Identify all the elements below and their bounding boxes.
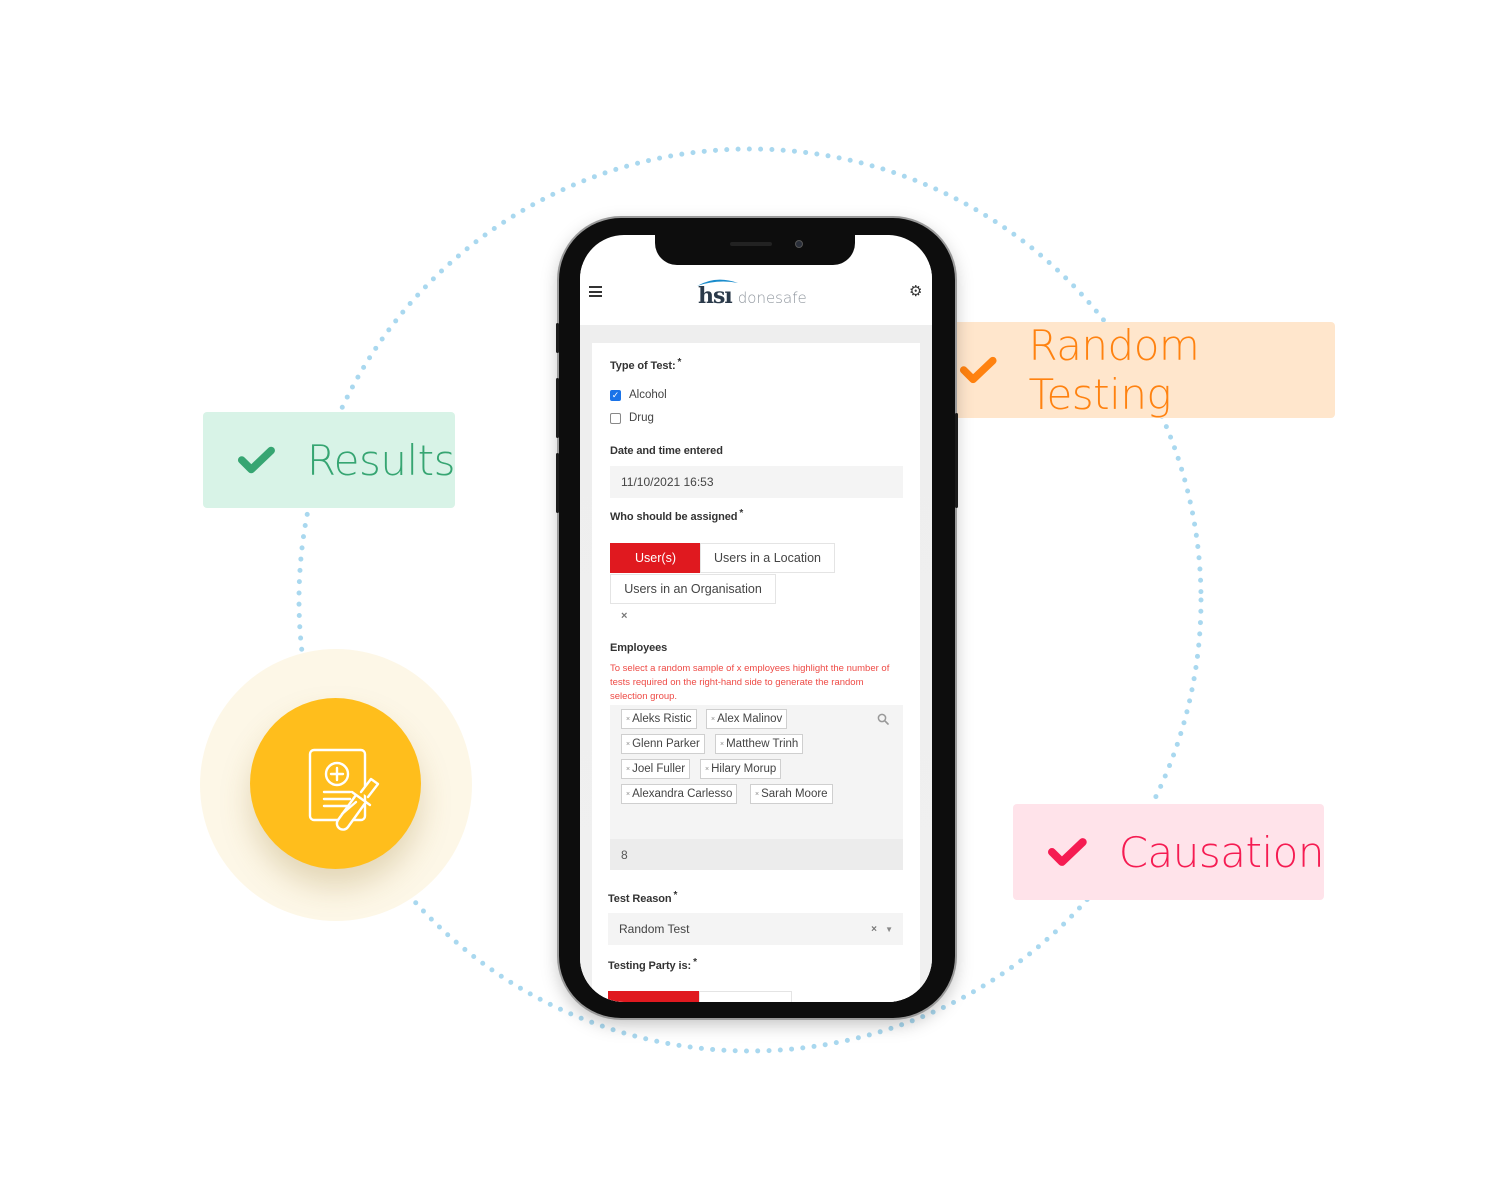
feature-icon-disc xyxy=(250,698,421,869)
app-logo[interactable]: hsı donesafe xyxy=(697,279,807,309)
employees-label: Employees xyxy=(610,642,668,654)
testing-party-option-active[interactable] xyxy=(608,991,700,1002)
assign-location-option[interactable]: Users in a Location xyxy=(700,543,835,573)
employee-tag[interactable]: × Alexandra Carlesso xyxy=(621,784,738,804)
logo-mark: hsı xyxy=(697,279,738,309)
check-icon xyxy=(959,356,997,384)
causation-badge: Causation xyxy=(1013,804,1325,900)
logo-swoosh-icon xyxy=(697,279,738,286)
logo-text: donesafe xyxy=(737,289,807,307)
employee-count-field[interactable]: 8 xyxy=(610,839,903,870)
date-time-field[interactable]: 11/10/2021 16:53 xyxy=(610,466,903,498)
employee-tag[interactable]: × Joel Fuller xyxy=(621,759,691,779)
random-testing-label: Random Testing xyxy=(1028,321,1200,419)
phone-side-button xyxy=(556,323,559,353)
remove-tag-icon[interactable]: × xyxy=(626,766,630,773)
remove-tag-icon[interactable]: × xyxy=(720,741,724,748)
drug-alcohol-test-form: Type of Test: * ✓ Alcohol Drug Date and t… xyxy=(592,343,920,1002)
assign-users-option[interactable]: User(s) xyxy=(610,543,701,573)
alcohol-checkbox-row[interactable]: ✓ Alcohol xyxy=(610,389,667,401)
employee-tag[interactable]: × Aleks Ristic xyxy=(621,709,697,729)
phone-mockup: hsı donesafe ⚙ Type of Test: * ✓ Alcohol … xyxy=(556,218,958,1018)
assign-organisation-option[interactable]: Users in an Organisation xyxy=(610,574,776,604)
search-icon[interactable] xyxy=(877,713,889,725)
phone-camera xyxy=(795,240,803,248)
test-reason-value: Random Test xyxy=(619,922,690,936)
phone-notch xyxy=(655,235,855,265)
remove-tag-icon[interactable]: × xyxy=(626,741,630,748)
check-icon xyxy=(237,446,275,474)
type-of-test-label: Type of Test: * xyxy=(610,357,682,372)
remove-tag-icon[interactable]: × xyxy=(626,791,630,798)
drug-checkbox-row[interactable]: Drug xyxy=(610,412,654,424)
phone-power-button xyxy=(955,413,958,508)
clear-assignment-icon[interactable]: × xyxy=(621,610,627,622)
phone-volume-up xyxy=(556,378,559,438)
employee-tag[interactable]: × Sarah Moore xyxy=(750,784,833,804)
phone-speaker xyxy=(730,242,772,246)
testing-party-option[interactable] xyxy=(699,991,792,1002)
phone-volume-down xyxy=(556,453,559,513)
clear-selection-icon[interactable]: × xyxy=(871,924,877,935)
alcohol-label: Alcohol xyxy=(629,389,667,401)
remove-tag-icon[interactable]: × xyxy=(711,716,715,723)
medical-report-test-tube-icon xyxy=(308,748,379,831)
drug-checkbox[interactable] xyxy=(610,412,621,424)
employee-tag[interactable]: × Matthew Trinh xyxy=(715,734,804,754)
chevron-down-icon[interactable]: ▼ xyxy=(885,925,893,934)
employee-tag[interactable]: × Alex Malinov xyxy=(706,709,788,729)
app-header: hsı donesafe ⚙ xyxy=(580,265,932,325)
testing-party-label: Testing Party is: * xyxy=(608,957,697,972)
remove-tag-icon[interactable]: × xyxy=(755,791,759,798)
employees-multiselect[interactable]: × Aleks Ristic × Alex Malinov × Glenn Parke… xyxy=(610,705,903,839)
assigned-label: Who should be assigned * xyxy=(610,508,744,523)
hamburger-icon[interactable] xyxy=(589,286,602,297)
employee-tag[interactable]: × Hilary Morup xyxy=(700,759,782,779)
alcohol-checkbox[interactable]: ✓ xyxy=(610,389,621,401)
remove-tag-icon[interactable]: × xyxy=(705,766,709,773)
employees-hint: To select a random sample of x employees… xyxy=(610,663,890,702)
test-reason-label: Test Reason * xyxy=(608,890,678,905)
remove-tag-icon[interactable]: × xyxy=(626,716,630,723)
results-label: Results xyxy=(306,435,456,485)
gear-icon[interactable]: ⚙ xyxy=(909,284,922,299)
date-time-label: Date and time entered xyxy=(610,445,723,457)
results-badge: Results xyxy=(203,412,456,508)
check-icon xyxy=(1047,838,1087,866)
causation-label: Causation xyxy=(1118,827,1325,877)
test-reason-select[interactable]: Random Test × ▼ xyxy=(608,913,903,945)
phone-screen: hsı donesafe ⚙ Type of Test: * ✓ Alcohol … xyxy=(580,235,932,1002)
drug-label: Drug xyxy=(629,412,654,424)
employee-tag[interactable]: × Glenn Parker xyxy=(621,734,705,754)
random-testing-badge: Random Testing xyxy=(925,321,1335,419)
